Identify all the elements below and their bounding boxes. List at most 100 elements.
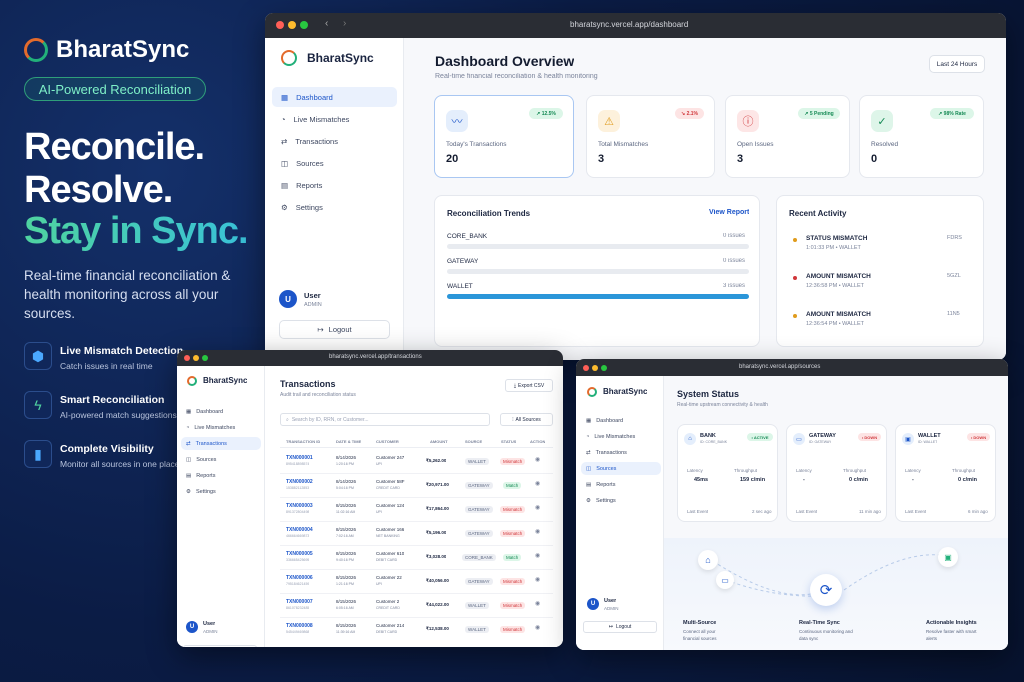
throughput-label: Throughput: [734, 468, 758, 473]
txn-method: CREDIT CARD: [376, 606, 400, 610]
nav-sources[interactable]: ◫ Sources: [581, 462, 661, 475]
nav-dashboard[interactable]: ▦ Dashboard: [272, 87, 397, 107]
export-csv-button[interactable]: ⤓ Export CSV: [505, 379, 553, 392]
trend-name: GATEWAY: [447, 258, 479, 265]
feature-desc: Resolve faster with smart alerts: [926, 629, 977, 641]
table-row[interactable]: TXN000003 891372804498 8/15/2026 11:02:1…: [280, 498, 553, 522]
stat-card-transactions[interactable]: 〰 ↗ 12.5% Today's Transactions 20: [434, 95, 574, 178]
last-event-value: 11 min ago: [859, 509, 881, 514]
nav-dashboard[interactable]: ▦ Dashboard: [181, 405, 261, 418]
stat-value: 0: [871, 153, 878, 165]
nav-live-mismatches[interactable]: ◔ Live Mismatches: [181, 421, 261, 434]
eye-icon[interactable]: ◉: [535, 552, 540, 559]
minimize-dot[interactable]: [193, 355, 199, 361]
user-name: User: [203, 621, 216, 627]
nav-settings[interactable]: ⚙ Settings: [272, 197, 397, 217]
nav-settings[interactable]: ⚙ Settings: [581, 494, 661, 507]
source-filter[interactable]: ⫶ All Sources: [500, 413, 553, 426]
maximize-dot[interactable]: [300, 21, 308, 29]
nav-transactions[interactable]: ⇄ Transactions: [581, 446, 661, 459]
nav-dashboard[interactable]: ▦ Dashboard: [581, 414, 661, 427]
txn-ref: 153882112853: [286, 486, 310, 490]
txn-amount: ₹20,971.00: [426, 482, 449, 487]
address-bar[interactable]: bharatsync.vercel.app/dashboard: [570, 20, 688, 29]
table-row[interactable]: TXN000001 895418898574 8/14/2026 1:20:16…: [280, 450, 553, 474]
date-range-button[interactable]: Last 24 Hours: [929, 55, 985, 73]
close-dot[interactable]: [276, 21, 284, 29]
nav-sources[interactable]: ◫ Sources: [181, 453, 261, 466]
stat-card-open-issues[interactable]: ⓘ ↗ 5 Pending Open Issues 3: [725, 95, 850, 178]
table-row[interactable]: TXN000007 861078232485 8/15/2026 6:05:16…: [280, 594, 553, 618]
close-dot[interactable]: [184, 355, 190, 361]
file-icon: ▤: [186, 472, 192, 479]
forward-icon[interactable]: ›: [343, 18, 346, 29]
stat-card-mismatches[interactable]: ⚠ ↘ 2.1% Total Mismatches 3: [586, 95, 715, 178]
database-icon: ◫: [586, 465, 592, 472]
address-bar[interactable]: bharatsync.vercel.app/transactions: [329, 354, 422, 360]
sidebar: BharatSync ▦ Dashboard ◔ Live Mismatches ⇄…: [177, 366, 265, 647]
address-bar[interactable]: bharatsync.vercel.app/sources: [739, 364, 820, 370]
source-card-bank[interactable]: ⌂ BANK ID: CORE_BANK • ACTIVE Latency 45…: [677, 424, 778, 522]
eye-icon[interactable]: ◉: [535, 480, 540, 487]
user-name: User: [604, 598, 617, 604]
txn-id[interactable]: TXN000008: [286, 623, 313, 629]
eye-icon[interactable]: ◉: [535, 456, 540, 463]
nav-live-mismatches[interactable]: ◔ Live Mismatches: [581, 430, 661, 443]
txn-id[interactable]: TXN000003: [286, 503, 313, 509]
txn-method: DEBIT CARD: [376, 558, 398, 562]
table-row[interactable]: TXN000006 795184621459 8/15/2026 1:21:16…: [280, 570, 553, 594]
stat-badge: ↗ 5 Pending: [798, 108, 840, 119]
table-row[interactable]: TXN000008 545449469868 8/15/2026 11:39:1…: [280, 618, 553, 640]
txn-id[interactable]: TXN000007: [286, 599, 313, 605]
grid-icon: ▦: [281, 92, 289, 102]
txn-time: 11:02:16 AM: [336, 510, 356, 514]
eye-icon[interactable]: ◉: [535, 624, 540, 631]
table-row[interactable]: TXN000004 466664669873 8/15/2026 7:02:16…: [280, 522, 553, 546]
search-input[interactable]: ⌕ Search by ID, RRN, or Customer...: [280, 413, 490, 426]
back-icon[interactable]: ‹: [325, 18, 328, 29]
eye-icon[interactable]: ◉: [535, 600, 540, 607]
txn-ref: 861078232485: [286, 606, 310, 610]
table-row[interactable]: TXN000002 153882112853 8/14/2026 5:04:16…: [280, 474, 553, 498]
txn-id[interactable]: TXN000001: [286, 455, 313, 461]
txn-id[interactable]: TXN000006: [286, 575, 313, 581]
source-card-wallet[interactable]: ▣ WALLET ID: WALLET • DOWN Latency - Thr…: [895, 424, 996, 522]
nav-reports[interactable]: ▤ Reports: [272, 175, 397, 195]
nav-settings[interactable]: ⚙ Settings: [181, 485, 261, 498]
trend-progress-bar: [447, 294, 749, 299]
txn-id[interactable]: TXN000005: [286, 551, 313, 557]
nav-label: Sources: [296, 158, 324, 168]
maximize-dot[interactable]: [202, 355, 208, 361]
sync-illustration: ⌂ ▭ ⟳ ▣ Multi-Source Connect all your fi…: [664, 538, 1008, 650]
nav-reports[interactable]: ▤ Reports: [581, 478, 661, 491]
stat-card-resolved[interactable]: ✓ ↗ 98% Rate Resolved 0: [859, 95, 984, 178]
txn-id[interactable]: TXN000004: [286, 527, 313, 533]
eye-icon[interactable]: ◉: [535, 576, 540, 583]
txn-date: 8/14/2026: [336, 479, 357, 484]
activity-item-code: 5GZL: [947, 273, 961, 279]
eye-icon[interactable]: ◉: [535, 528, 540, 535]
nav-transactions[interactable]: ⇄ Transactions: [181, 437, 261, 450]
bank-icon: ⌂: [684, 433, 696, 445]
eye-icon[interactable]: ◉: [535, 504, 540, 511]
logout-button[interactable]: ↦Logout: [183, 645, 257, 647]
swap-icon: ⇄: [186, 440, 191, 447]
source-card-gateway[interactable]: ▭ GATEWAY ID: GATEWAY • DOWN Latency - T…: [786, 424, 887, 522]
minimize-dot[interactable]: [592, 365, 598, 371]
minimize-dot[interactable]: [288, 21, 296, 29]
logout-button[interactable]: ↦Logout: [279, 320, 390, 339]
close-dot[interactable]: [583, 365, 589, 371]
logout-button[interactable]: ↦Logout: [583, 621, 657, 633]
maximize-dot[interactable]: [601, 365, 607, 371]
nav-label: Sources: [196, 456, 217, 463]
txn-time: 1:21:16 PM: [336, 582, 354, 586]
view-report-link[interactable]: View Report: [709, 209, 749, 216]
nav-sources[interactable]: ◫ Sources: [272, 153, 397, 173]
nav-reports[interactable]: ▤ Reports: [181, 469, 261, 482]
nav-transactions[interactable]: ⇄ Transactions: [272, 131, 397, 151]
txn-id[interactable]: TXN000002: [286, 479, 313, 485]
transactions-window: bharatsync.vercel.app/transactions Bhara…: [177, 350, 563, 647]
table-row[interactable]: TXN000005 336665425695 8/15/2026 9:40:16…: [280, 546, 553, 570]
activity-item-meta: 12:36:54 PM • WALLET: [806, 321, 864, 327]
nav-live-mismatches[interactable]: ◔ Live Mismatches: [272, 109, 397, 129]
